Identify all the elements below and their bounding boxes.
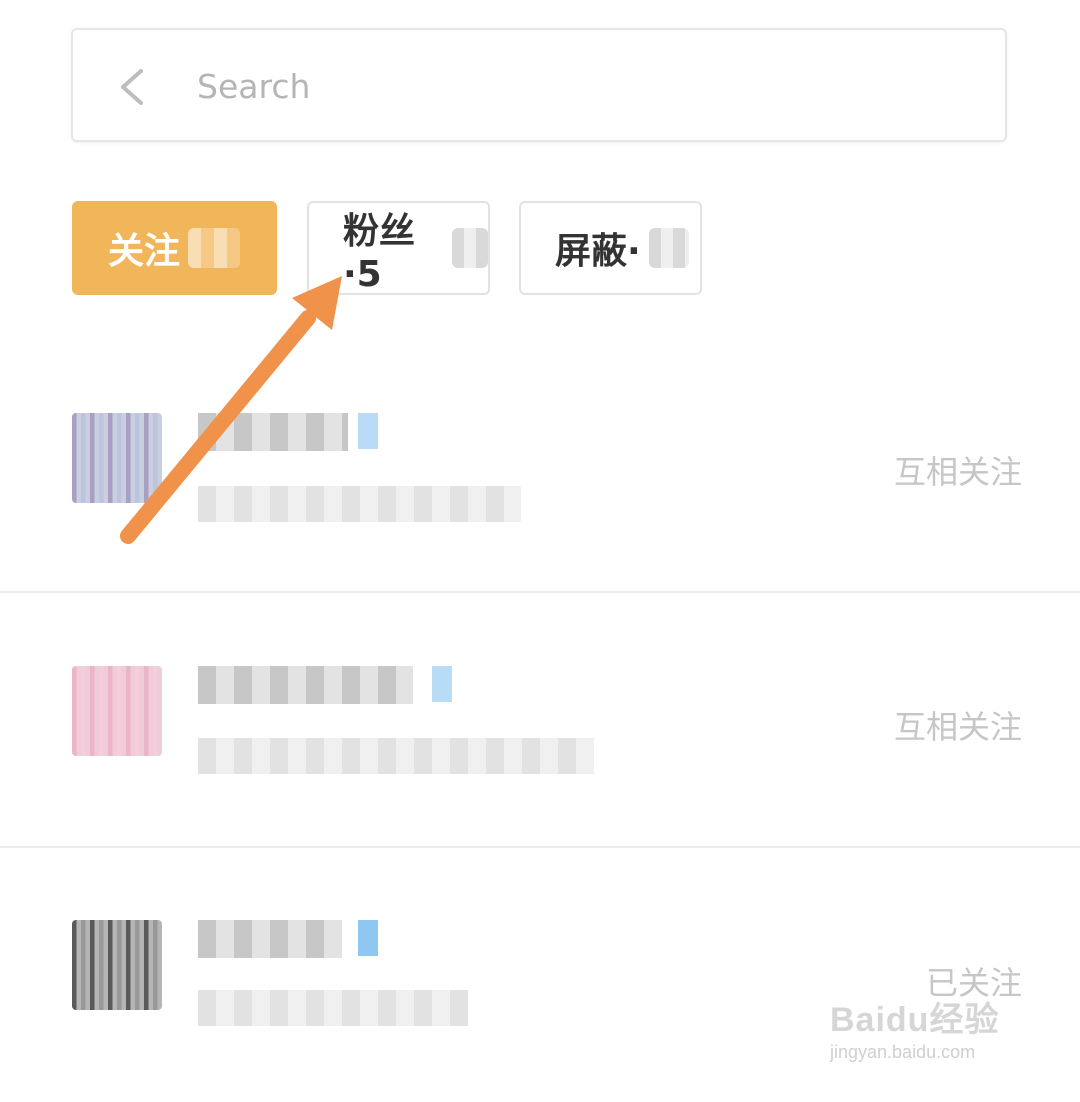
following-count-redacted [188, 228, 241, 268]
verified-badge-icon [358, 920, 378, 956]
avatar[interactable] [72, 920, 162, 1010]
bio-redacted [198, 990, 468, 1026]
tab-following-label: 关注 [108, 231, 181, 272]
tab-following[interactable]: 关注 [72, 201, 277, 295]
fans-count-redacted [451, 228, 488, 268]
avatar[interactable] [72, 413, 162, 503]
bio-redacted [198, 738, 594, 774]
tab-fans-label: 粉丝·5 [343, 210, 416, 295]
avatar[interactable] [72, 666, 162, 756]
watermark-logo: Baidu经验 [830, 1001, 1000, 1039]
watermark: Baidu经验 jingyan.baidu.com [826, 986, 1026, 1076]
list-item[interactable]: 互相关注 [0, 594, 1080, 848]
verified-badge-icon [432, 666, 452, 702]
watermark-url: jingyan.baidu.com [830, 1042, 976, 1062]
back-arrow-icon[interactable] [117, 68, 147, 106]
search-bar [71, 28, 1007, 142]
username-redacted [198, 920, 342, 958]
tab-blocked-label: 屏蔽· [555, 231, 641, 272]
follow-status[interactable]: 互相关注 [894, 702, 1022, 748]
verified-badge-icon [358, 413, 378, 449]
tab-blocked[interactable]: 屏蔽· [519, 201, 702, 295]
follow-status[interactable]: 互相关注 [894, 447, 1022, 493]
username-redacted [198, 666, 413, 704]
username-redacted [198, 413, 348, 451]
divider [0, 591, 1080, 593]
blocked-count-redacted [648, 228, 689, 268]
search-input[interactable] [197, 60, 957, 112]
tab-fans[interactable]: 粉丝·5 [307, 201, 490, 295]
bio-redacted [198, 486, 521, 522]
list-item[interactable]: 互相关注 [0, 340, 1080, 594]
